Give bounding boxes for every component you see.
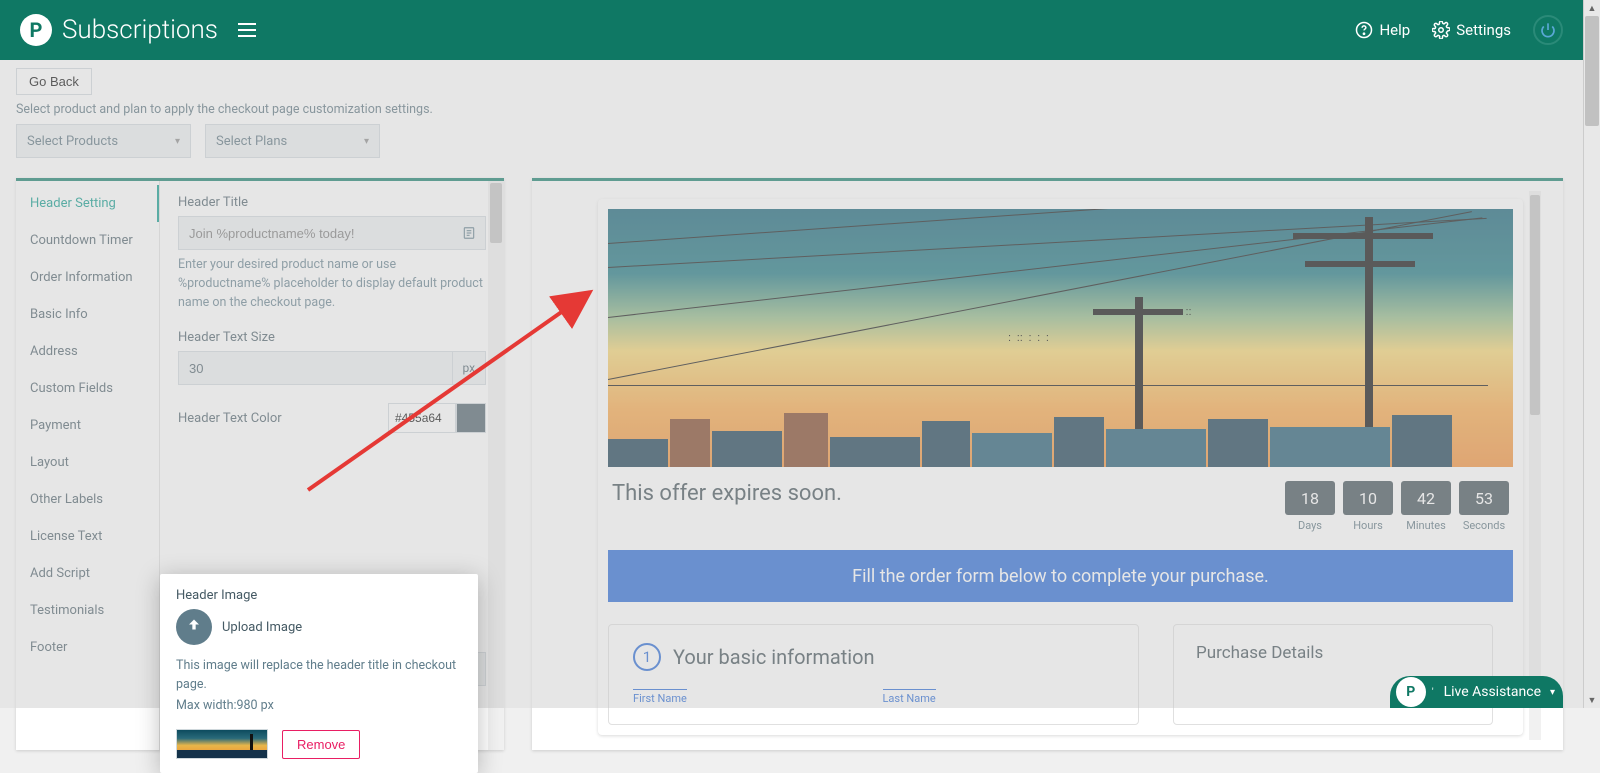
gear-icon bbox=[1432, 21, 1450, 39]
insert-placeholder-icon[interactable] bbox=[452, 216, 486, 250]
live-assistance-pill[interactable]: P ' Live Assistance bbox=[1390, 676, 1563, 708]
settings-label: Settings bbox=[1456, 21, 1511, 39]
header-image-maxwidth: Max width:980 px bbox=[176, 697, 462, 716]
select-plans-dropdown[interactable]: Select Plans bbox=[205, 124, 380, 158]
window-scrollbar[interactable]: ▲ ▼ bbox=[1583, 0, 1600, 708]
header-text-color-swatch[interactable] bbox=[456, 403, 486, 433]
preview-scrollbar[interactable] bbox=[1529, 191, 1541, 740]
purchase-details-title: Purchase Details bbox=[1196, 643, 1470, 663]
logout-button[interactable] bbox=[1533, 15, 1563, 45]
preview-countdown: 18Days 10Hours 42Minutes 53Seconds bbox=[1285, 481, 1509, 532]
preview-card: ׃ ׃ ׃ ׃׃ ׃ ׃׃ ׃ ׃ bbox=[598, 199, 1523, 735]
preview-offer-text: This offer expires soon. bbox=[612, 481, 842, 506]
header-text-color-input[interactable] bbox=[388, 403, 456, 433]
preview-purchase-details-section: Purchase Details bbox=[1173, 624, 1493, 725]
remove-image-button[interactable]: Remove bbox=[282, 730, 360, 759]
section-number: 1 bbox=[633, 643, 661, 671]
page-subtitle: Select product and plan to apply the che… bbox=[16, 102, 433, 117]
header-text-size-unit: px bbox=[453, 351, 486, 385]
nav-countdown-timer[interactable]: Countdown Timer bbox=[16, 222, 159, 259]
select-products-dropdown[interactable]: Select Products bbox=[16, 124, 191, 158]
cd-hours: 10 bbox=[1343, 481, 1393, 515]
settings-scrollbar[interactable] bbox=[488, 181, 504, 750]
last-name-label: Last Name bbox=[883, 689, 936, 705]
cd-days: 18 bbox=[1285, 481, 1335, 515]
first-name-label: First Name bbox=[633, 689, 687, 705]
menu-toggle-icon[interactable] bbox=[238, 23, 256, 37]
header-image-card: Header Image Upload Image This image wil… bbox=[160, 574, 478, 773]
preview-panel: ׃ ׃ ׃ ׃׃ ׃ ׃׃ ׃ ׃ bbox=[532, 178, 1563, 750]
live-assistance-label: Live Assistance bbox=[1444, 684, 1541, 700]
section-title: Your basic information bbox=[673, 645, 875, 669]
cd-minutes: 42 bbox=[1401, 481, 1451, 515]
header-text-size-input[interactable] bbox=[178, 351, 453, 385]
help-label: Help bbox=[1379, 21, 1410, 39]
nav-order-information[interactable]: Order Information bbox=[16, 259, 159, 296]
help-link[interactable]: Help bbox=[1355, 21, 1410, 39]
header-title-input[interactable] bbox=[178, 216, 486, 250]
nav-address[interactable]: Address bbox=[16, 333, 159, 370]
settings-nav: Header Setting Countdown Timer Order Inf… bbox=[16, 181, 160, 750]
brand-title: Subscriptions bbox=[62, 15, 218, 45]
brand-logo-icon: P bbox=[20, 14, 52, 46]
header-image-label: Header Image bbox=[176, 588, 462, 603]
nav-testimonials[interactable]: Testimonials bbox=[16, 592, 159, 629]
go-back-button[interactable]: Go Back bbox=[16, 68, 92, 95]
header-image-thumbnail bbox=[176, 729, 268, 759]
nav-custom-fields[interactable]: Custom Fields bbox=[16, 370, 159, 407]
nav-license-text[interactable]: License Text bbox=[16, 518, 159, 555]
nav-add-script[interactable]: Add Script bbox=[16, 555, 159, 592]
header-text-color-label: Header Text Color bbox=[178, 411, 378, 426]
nav-basic-info[interactable]: Basic Info bbox=[16, 296, 159, 333]
upload-image-button[interactable]: Upload Image bbox=[176, 609, 462, 645]
cd-seconds: 53 bbox=[1459, 481, 1509, 515]
header-image-help: This image will replace the header title… bbox=[176, 657, 462, 695]
preview-subheader-banner: Fill the order form below to complete yo… bbox=[608, 550, 1513, 602]
header-title-help: Enter your desired product name or use %… bbox=[178, 256, 486, 312]
nav-header-setting[interactable]: Header Setting bbox=[16, 185, 159, 222]
top-bar: P Subscriptions Help Settings bbox=[0, 0, 1583, 60]
upload-image-label: Upload Image bbox=[222, 620, 302, 635]
preview-header-image: ׃ ׃ ׃ ׃׃ ׃ ׃׃ ׃ ׃ bbox=[608, 209, 1513, 467]
header-title-label: Header Title bbox=[178, 195, 486, 210]
live-assistance-logo-icon: P bbox=[1396, 677, 1426, 707]
nav-layout[interactable]: Layout bbox=[16, 444, 159, 481]
preview-basic-info-section: 1 Your basic information First Name Last… bbox=[608, 624, 1139, 725]
help-icon bbox=[1355, 21, 1373, 39]
power-icon bbox=[1540, 22, 1556, 38]
nav-payment[interactable]: Payment bbox=[16, 407, 159, 444]
brand: P Subscriptions bbox=[20, 14, 218, 46]
nav-other-labels[interactable]: Other Labels bbox=[16, 481, 159, 518]
nav-footer[interactable]: Footer bbox=[16, 629, 159, 666]
header-text-size-label: Header Text Size bbox=[178, 330, 486, 345]
upload-icon bbox=[176, 609, 212, 645]
settings-link[interactable]: Settings bbox=[1432, 21, 1511, 39]
